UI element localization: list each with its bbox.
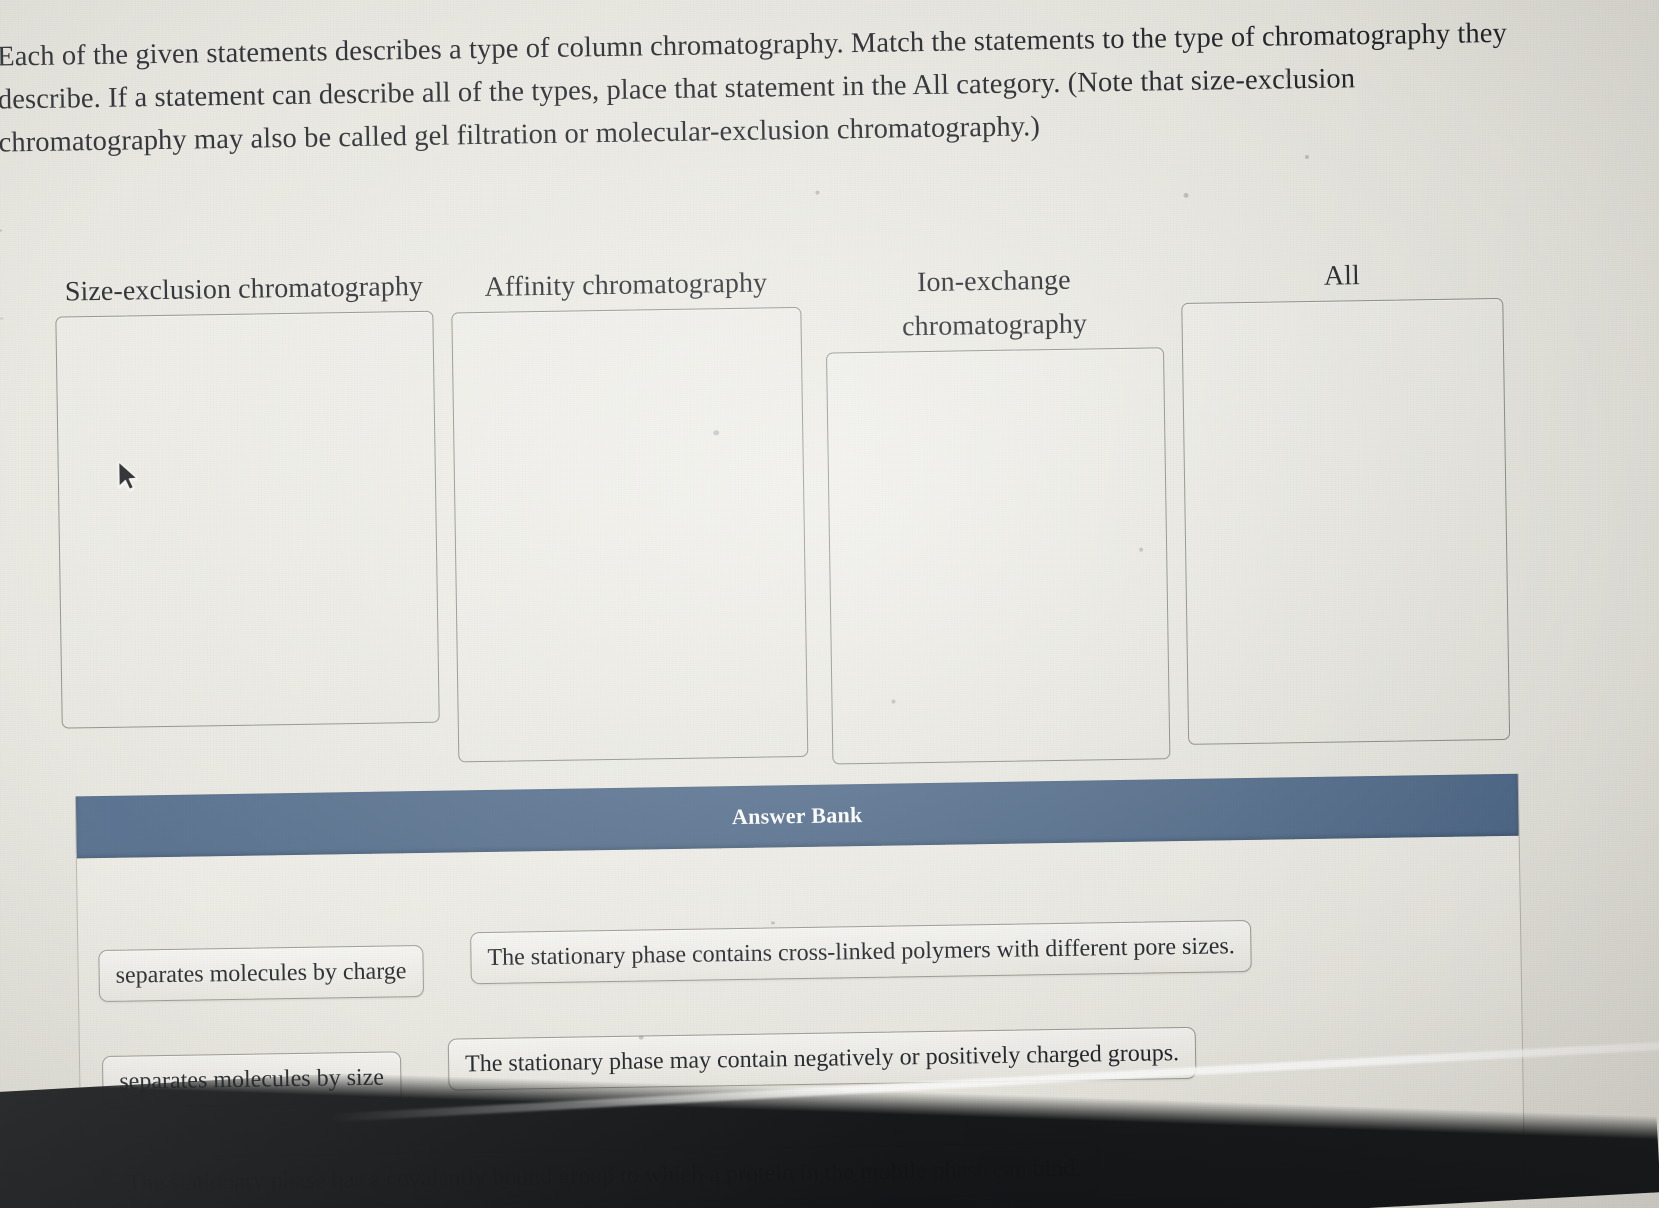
- dust-speck: [1183, 192, 1189, 198]
- dropzone-size-exclusion[interactable]: [55, 310, 440, 729]
- dust-speck: [638, 1035, 644, 1040]
- category-title-affinity: Affinity chromatography: [484, 267, 768, 303]
- dropzone-affinity[interactable]: [451, 306, 809, 763]
- category-title-all: All: [1323, 260, 1361, 292]
- mouse-pointer-icon: [117, 460, 139, 491]
- dust-speck: [815, 190, 820, 195]
- answer-chip[interactable]: separates molecules by charge: [98, 944, 424, 1003]
- window-left-edge: [0, 229, 4, 320]
- dust-speck: [713, 430, 720, 436]
- dust-speck: [1139, 547, 1144, 552]
- category-title-size-exclusion: Size-exclusion chromatography: [64, 270, 424, 308]
- category-title-ion-exchange: Ion-exchange chromatography: [901, 264, 1088, 343]
- dust-speck: [1285, 73, 1291, 79]
- category-column-affinity: Affinity chromatography: [451, 261, 809, 763]
- category-column-size-exclusion: Size-exclusion chromatography: [55, 265, 440, 729]
- category-column-all: All: [1181, 252, 1511, 745]
- dust-speck: [1304, 154, 1310, 160]
- dropzone-ion-exchange[interactable]: [825, 347, 1171, 765]
- answer-chip[interactable]: The stationary phase contains cross-link…: [470, 919, 1253, 985]
- category-column-ion-exchange: Ion-exchange chromatography: [825, 257, 1171, 765]
- photographed-screen: Each of the given statements describes a…: [0, 0, 1659, 1208]
- dust-speck: [891, 699, 896, 704]
- dropzone-all[interactable]: [1181, 297, 1511, 745]
- question-prompt: Each of the given statements describes a…: [0, 17, 1508, 159]
- dust-speck: [770, 921, 775, 925]
